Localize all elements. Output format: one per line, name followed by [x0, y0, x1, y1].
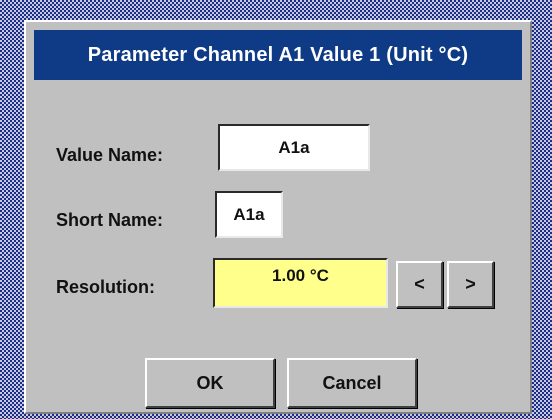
resolution-label: Resolution: [56, 277, 155, 297]
value-name-label: Value Name: [56, 145, 164, 165]
parameter-dialog: Parameter Channel A1 Value 1 (Unit °C) V… [24, 20, 532, 414]
dialog-title: Parameter Channel A1 Value 1 (Unit °C) [34, 30, 522, 80]
increase-resolution-button[interactable]: > [447, 261, 494, 308]
cancel-button[interactable]: Cancel [287, 358, 417, 408]
decrease-resolution-button[interactable]: < [396, 261, 443, 308]
short-name-field[interactable]: A1a [215, 191, 283, 238]
short-name-label: Short Name: [56, 210, 164, 230]
ok-button[interactable]: OK [145, 358, 275, 408]
resolution-field[interactable]: 1.00 °C [213, 258, 388, 308]
value-name-field[interactable]: A1a [218, 124, 370, 171]
